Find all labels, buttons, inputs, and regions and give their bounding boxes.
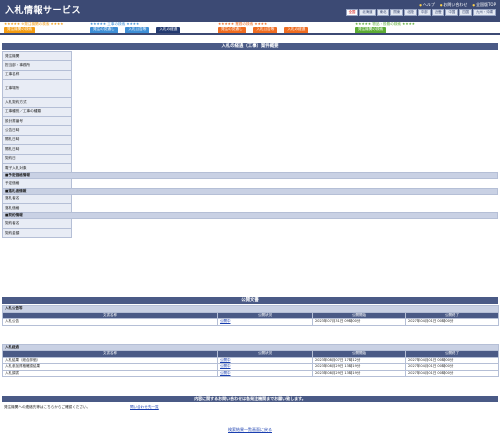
contact-bar: 内容に関するお問い合わせは各発注機関までお願い致します。 [2, 396, 498, 402]
region-tab[interactable]: 九州・沖縄 [473, 9, 496, 16]
info-row: 開札日時 [2, 134, 498, 146]
row-label: 電子入札対象 [2, 162, 72, 174]
doc-status-link[interactable]: 公開中 [220, 319, 231, 323]
row-label: 工事場所 [2, 79, 72, 99]
header-link[interactable]: お問い合わせ [440, 2, 467, 8]
doc-name: 入札調書 [2, 369, 218, 377]
divider [0, 33, 500, 35]
region-tab[interactable]: 中部 [417, 9, 431, 16]
doc-status: 公開中 [217, 369, 313, 377]
row-label: 発注機関 [2, 50, 72, 62]
row-label: 落札価格 [2, 203, 72, 214]
category-tab[interactable]: 発注の見通し [90, 27, 118, 33]
category-tab[interactable]: 発注機関の検索 [355, 27, 387, 33]
summary-table: 発注機関 担当部・事務所 工事名称 工事場所 入札契約方式 工事種別／工事の種類 設計書番号… [2, 50, 498, 239]
row-label: 入札契約方式 [2, 97, 72, 108]
region-nav: 全国 北海道 東北 関東 北陸 中部 近畿 中国 四国 九州・沖縄 [266, 9, 496, 16]
category-tab[interactable]: 発注の見通し [218, 27, 246, 33]
docs-spacer [3, 325, 499, 344]
category-tab[interactable]: 発注機関の検索 [4, 27, 36, 33]
row-label: 工事名称 [2, 69, 72, 81]
info-row: 入札契約方式 [2, 97, 498, 108]
info-row: 契約日 [2, 153, 498, 164]
header-link[interactable]: 全国版TOP [472, 2, 496, 8]
info-row: 担当部・事務所 [2, 60, 498, 71]
region-tab[interactable]: 中国 [445, 9, 459, 16]
row-label: 落札者名 [2, 193, 72, 205]
info-row: 公告日時 [2, 125, 498, 136]
category-tab[interactable]: 入札の経過 [284, 27, 309, 33]
docs-title: 公開文書 [2, 297, 498, 304]
info-row: 工事名称 [2, 69, 498, 81]
category-bar: ★★★★★ ※発注機関の検索 ★★★★ 発注機関の検索 ★★★★★ 工事の検索 ★★… [0, 22, 500, 33]
contact-list-link[interactable]: 問い合わせ先一覧 [130, 405, 159, 410]
region-tab[interactable]: 東北 [376, 9, 390, 16]
header-link[interactable]: ヘルプ [419, 2, 435, 8]
row-label: 開札日時 [2, 134, 72, 146]
doc-end: 2027年04月01日 00時00分 [405, 369, 499, 377]
info-section-row: ■予定価格情報 [2, 172, 498, 180]
doc-start: 2023年08月29日 13時19分 [312, 369, 406, 377]
info-row: 工事種別／工事の種類 [2, 106, 498, 117]
info-row: 落札者名 [2, 193, 498, 205]
docs-row: 入札調書 公開中 2023年08月29日 13時19分 2027年04月01日 00時… [2, 369, 499, 377]
info-row: 電子入札対象 [2, 162, 498, 174]
row-label: 担当部・事務所 [2, 60, 72, 71]
region-tab[interactable]: 四国 [459, 9, 473, 16]
summary-title: 入札の経過（工事）案件概要 [2, 43, 498, 50]
section-label: ■予定価格情報 [2, 172, 498, 180]
info-row: 予定価格 [2, 178, 498, 189]
region-tab[interactable]: 北海道 [359, 9, 376, 16]
contact-text: 発注機関への連絡先等はこちらからご確認ください。 [4, 405, 91, 409]
info-section-row: ■落札者情報 [2, 187, 498, 195]
row-label: 工事種別／工事の種類 [2, 106, 72, 117]
section-label: ■契約情報 [2, 212, 498, 220]
category-tab[interactable]: 入札公告等 [253, 27, 278, 33]
category-tab[interactable]: 入札の経過 [156, 27, 181, 33]
doc-status-link[interactable]: 公開中 [220, 364, 231, 368]
back-to-results-link[interactable]: 検索結果一覧画面に戻る [228, 427, 272, 432]
info-row: 落札価格 [2, 203, 498, 214]
docs-table: 入札公告等 文書名称 公開状況 公開開始 公開終了 入札公告 公開中 2023年07月31日 … [2, 305, 499, 377]
header: 入札情報サービス ヘルプお問い合わせ全国版TOP 全国北海道東北関東北陸中部近畿… [0, 0, 500, 22]
app-title[interactable]: 入札情報サービス [5, 3, 81, 16]
header-links: ヘルプお問い合わせ全国版TOP [419, 2, 496, 8]
doc-status-link[interactable]: 公開中 [220, 358, 231, 362]
info-row: 発注機関 [2, 50, 498, 62]
row-label: 開札日時 [2, 144, 72, 155]
region-tab[interactable]: 関東 [390, 9, 404, 16]
region-tab[interactable]: 近畿 [431, 9, 445, 16]
row-label: 契約金額 [2, 227, 72, 239]
region-tab[interactable]: 北陸 [404, 9, 417, 16]
row-label: 契約者名 [2, 218, 72, 229]
doc-status-link[interactable]: 公開中 [220, 371, 231, 375]
row-label: 契約日 [2, 153, 72, 164]
info-row: 設計書番号 [2, 115, 498, 127]
info-row: 工事場所 [2, 79, 498, 99]
category-tab[interactable]: 入札公告等 [125, 27, 150, 33]
info-row: 契約金額 [2, 227, 498, 239]
row-label: 予定価格 [2, 178, 72, 189]
info-row: 契約者名 [2, 218, 498, 229]
info-row: 開札日時 [2, 144, 498, 155]
section-label: ■落札者情報 [2, 187, 498, 195]
info-section-row: ■契約情報 [2, 212, 498, 220]
region-tab[interactable]: 全国 [345, 9, 359, 16]
row-label: 公告日時 [2, 125, 72, 136]
row-label: 設計書番号 [2, 115, 72, 127]
